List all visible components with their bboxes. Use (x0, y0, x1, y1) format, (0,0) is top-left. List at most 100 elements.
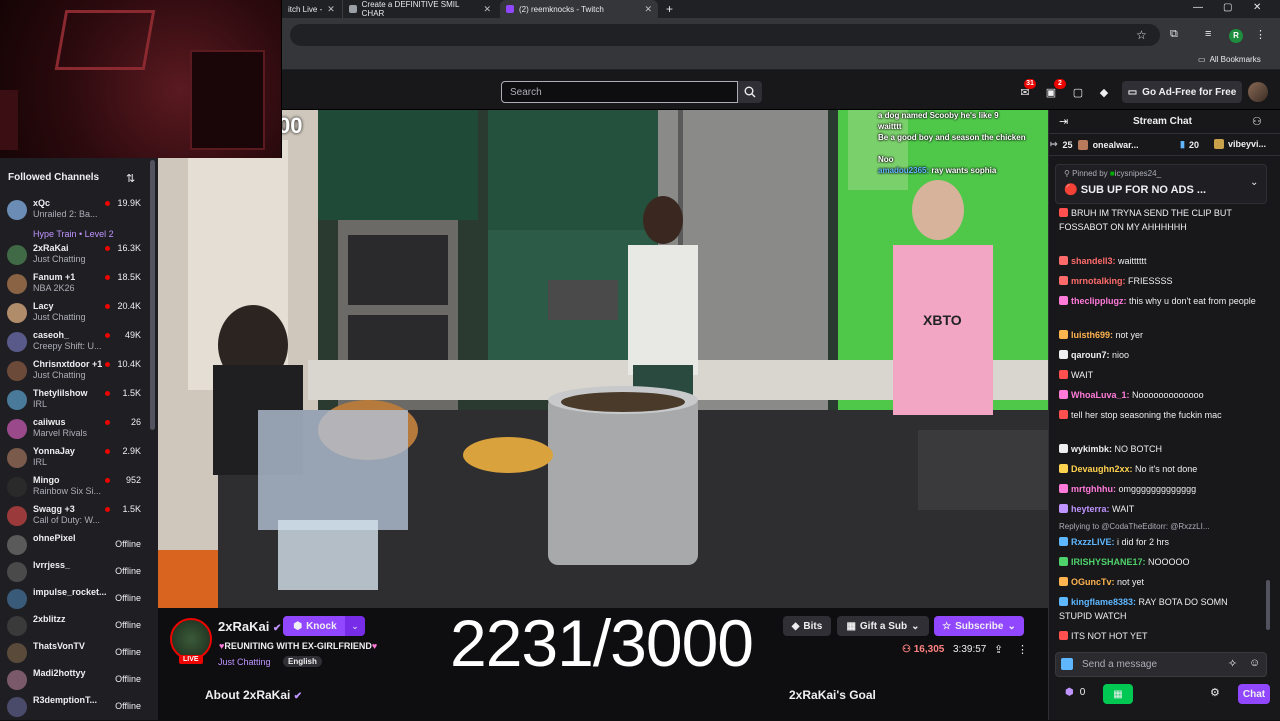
sparkle-icon[interactable]: ✧ (1228, 657, 1237, 670)
chat-message[interactable]: luisth699: not yer (1059, 328, 1261, 342)
sort-icon[interactable]: ⇅ (126, 172, 135, 185)
streamer-avatar[interactable] (170, 618, 212, 660)
channel-points[interactable]: ⬢ 0 (1065, 687, 1085, 698)
streamer-name[interactable]: 2xRaKai ✔ (218, 619, 281, 634)
pinned-message[interactable]: ⚲ Pinned by ■icysnipes24_ 🔴 SUB UP FOR N… (1055, 164, 1267, 204)
share-icon[interactable]: ⇪ (994, 643, 1003, 656)
bits-icon[interactable]: ◆ (1096, 84, 1112, 100)
chat-username[interactable]: OGuncTv: (1071, 577, 1115, 587)
url-field[interactable] (290, 24, 1160, 46)
knock-dropdown[interactable]: ⌄ (345, 616, 365, 636)
community-icon[interactable]: ⚇ (1252, 115, 1262, 128)
chat-message[interactable]: ITS NOT HOT YET (1059, 629, 1261, 643)
search-input[interactable]: Search (501, 81, 738, 103)
chat-message[interactable]: qaroun7: nioo (1059, 348, 1261, 362)
more-options-icon[interactable]: ⋮ (1017, 643, 1028, 656)
chat-message[interactable]: heyterra: WAIT (1059, 502, 1261, 516)
chat-username[interactable]: luisth699: (1071, 330, 1113, 340)
sidebar-channel[interactable]: Mingo Rainbow Six Si... 952 (0, 472, 158, 501)
bits-button[interactable]: ◆ Bits (783, 616, 831, 636)
chat-message[interactable]: wykimbk: NO BOTCH (1059, 442, 1261, 456)
chat-username[interactable]: mrtghhhu: (1071, 484, 1116, 494)
new-tab-button[interactable]: + (660, 0, 679, 18)
emote-icon[interactable]: ☺ (1249, 657, 1260, 669)
sidebar-channel[interactable]: Thetylilshow IRL 1.5K (0, 385, 158, 414)
sidebar-channel[interactable]: Fanum +1 NBA 2K26 18.5K (0, 269, 158, 298)
chat-message[interactable]: IRISHYSHANE17: NOOOOO (1059, 555, 1261, 569)
chat-username[interactable]: Devaughn2xx: (1071, 464, 1133, 474)
browser-menu-icon[interactable]: ⋮ (1255, 28, 1266, 41)
sidebar-channel[interactable]: impulse_rocket... Offline (0, 584, 158, 613)
sidebar-channel[interactable]: ohnePixel Offline (0, 530, 158, 559)
sidebar-channel[interactable]: caseoh_ Creepy Shift: U... 49K (0, 327, 158, 356)
bookmark-star-icon[interactable]: ☆ (1136, 28, 1147, 42)
subscribe-button[interactable]: ☆ Subscribe ⌄ (934, 616, 1024, 636)
chat-settings-icon[interactable]: ⚙ (1210, 686, 1220, 699)
extensions-icon[interactable]: ⧉ (1170, 28, 1178, 41)
go-ad-free-button[interactable]: ▭ Go Ad-Free for Free (1122, 81, 1242, 103)
chat-message[interactable]: theclipplugz: this why u don't eat from … (1059, 294, 1261, 308)
chat-username[interactable]: RxzzLIVE: (1071, 537, 1115, 547)
chat-message[interactable]: WhoaLuva_1: Nooooooooooooo (1059, 388, 1261, 402)
sidebar-channel[interactable]: R3demptionT... Offline (0, 692, 158, 721)
chat-scrollbar[interactable] (1266, 580, 1270, 630)
chat-send-button[interactable]: Chat (1238, 684, 1270, 704)
chevron-down-icon[interactable]: ⌄ (1250, 177, 1258, 188)
chat-username[interactable]: qaroun7: (1071, 350, 1110, 360)
close-window-icon[interactable]: ✕ (1253, 2, 1261, 13)
chat-username[interactable]: mrnotalking: (1071, 276, 1126, 286)
close-icon[interactable]: ✕ (327, 4, 335, 15)
leaderboard-entry-3[interactable]: vibeyvi... (1214, 139, 1266, 149)
search-button[interactable] (738, 81, 762, 103)
chat-message[interactable]: tell her stop seasoning the fuckin mac (1059, 408, 1261, 422)
chat-message[interactable]: mrnotalking: FRIESSSS (1059, 274, 1261, 288)
claim-bonus-button[interactable]: ▦ (1103, 684, 1133, 704)
all-bookmarks-button[interactable]: ▭ All Bookmarks (1198, 55, 1261, 64)
gift-sub-button[interactable]: ▦ Gift a Sub ⌄ (837, 616, 929, 636)
browser-tab-2[interactable]: Create a DEFINITIVE SMIL CHAR ✕ (342, 0, 497, 18)
chat-message[interactable]: kingflame8383: RAY BOTA DO SOMN STUPID W… (1059, 595, 1261, 623)
sidebar-channel[interactable]: ThatsVonTV Offline (0, 638, 158, 667)
chat-message[interactable]: Replying to @CodaTheEditorr: @RxzzLI... (1059, 520, 1261, 534)
chat-username[interactable]: theclipplugz: (1071, 296, 1127, 306)
chat-message[interactable]: RxzzLIVE: i did for 2 hrs (1059, 535, 1261, 549)
close-icon[interactable]: ✕ (644, 4, 652, 15)
sidebar-channel[interactable]: YonnaJay IRL 2.9K (0, 443, 158, 472)
sidebar-channel[interactable]: Chrisnxtdoor +1 Just Chatting 10.4K (0, 356, 158, 385)
sidebar-channel[interactable]: Madi2hottyy Offline (0, 665, 158, 694)
profile-avatar[interactable]: R (1229, 29, 1243, 43)
sidebar-channel[interactable]: lvrrjess_ Offline (0, 557, 158, 586)
knock-button[interactable]: ⬢ Knock (283, 616, 347, 636)
chat-username[interactable]: wykimbk: (1071, 444, 1112, 454)
maximize-icon[interactable]: ▢ (1223, 2, 1232, 13)
chat-message[interactable]: OGuncTv: not yet (1059, 575, 1261, 589)
browser-tab-1[interactable]: itch Live - ✕ (282, 0, 342, 18)
media-icon[interactable]: ≡ (1205, 28, 1211, 40)
sidebar-channel[interactable]: 2xblitzz Offline (0, 611, 158, 640)
chat-message[interactable]: Devaughn2xx: No it's not done (1059, 462, 1261, 476)
chat-username[interactable]: heyterra: (1071, 504, 1110, 514)
video-player[interactable]: XBTO (158, 110, 1048, 608)
leaderboard-entry-2[interactable]: ▮ 20 (1180, 139, 1199, 150)
badge-icon[interactable] (1061, 658, 1073, 670)
sidebar-channel[interactable]: Swagg +3 Call of Duty: W... 1.5K (0, 501, 158, 530)
chat-message[interactable]: BRUH IM TRYNA SEND THE CLIP BUT FOSSABOT… (1059, 206, 1261, 234)
sidebar-channel[interactable]: caiiwus Marvel Rivals 26 (0, 414, 158, 443)
chat-message[interactable]: mrtghhhu: omggggggggggggg (1059, 482, 1261, 496)
collapse-chat-icon[interactable]: ⇥ (1059, 115, 1068, 128)
close-icon[interactable]: ✕ (483, 4, 491, 15)
chat-message[interactable]: shandell3: waitttttt (1059, 254, 1261, 268)
chat-username[interactable]: kingflame8383: (1071, 597, 1136, 607)
leaderboard-entry-1[interactable]: ↦ 25 onealwar... (1050, 139, 1139, 150)
chat-message[interactable]: WAIT (1059, 368, 1261, 382)
minimize-icon[interactable]: — (1193, 2, 1203, 13)
chat-username[interactable]: WhoaLuva_1: (1071, 390, 1130, 400)
sidebar-channel[interactable]: Lacy Just Chatting 20.4K (0, 298, 158, 327)
chat-username[interactable]: shandell3: (1071, 256, 1116, 266)
whispers-icon[interactable]: ▢ (1070, 84, 1086, 100)
user-avatar[interactable] (1248, 82, 1268, 102)
stream-category[interactable]: Just Chatting (218, 657, 271, 667)
browser-tab-3-active[interactable]: (2) reemknocks - Twitch ✕ (500, 0, 658, 18)
chat-username[interactable]: IRISHYSHANE17: (1071, 557, 1146, 567)
sidebar-channel[interactable]: 2xRaKai Just Chatting 16.3K (0, 240, 158, 269)
